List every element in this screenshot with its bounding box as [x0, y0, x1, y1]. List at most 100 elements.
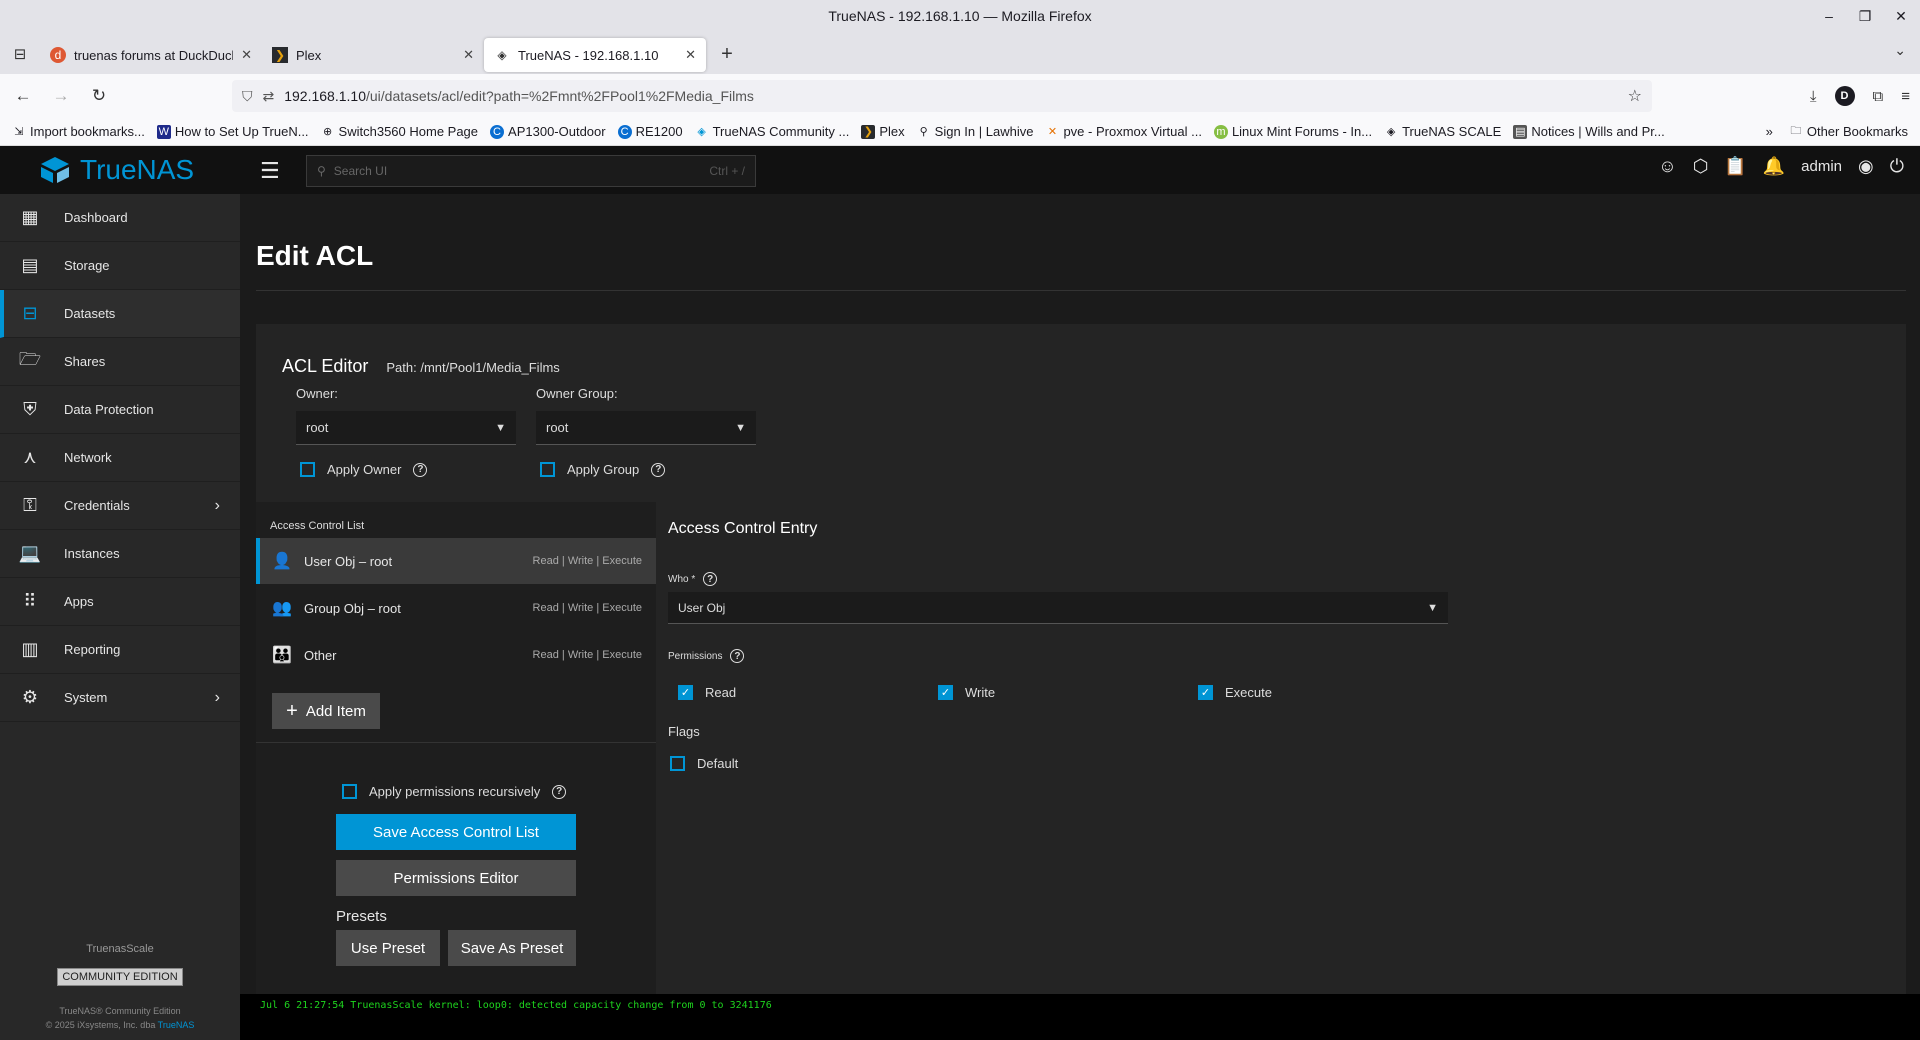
menu-icon[interactable]: ≡ [1901, 88, 1910, 105]
tab-duckduckgo[interactable]: d truenas forums at DuckDuckGo ✕ [40, 38, 262, 72]
bookmark-label: Plex [879, 124, 905, 139]
acl-item-other[interactable]: 👪 Other Read | Write | Execute [256, 632, 656, 678]
sidebar-item-storage[interactable]: ▤ Storage [0, 242, 240, 290]
notifications-icon[interactable]: 🔔 [1763, 156, 1785, 177]
help-icon[interactable]: ? [703, 572, 718, 586]
restore-icon[interactable]: ❐ [1854, 0, 1876, 32]
bookmark-proxmox[interactable]: ✕ pve - Proxmox Virtual ... [1045, 124, 1202, 139]
bookmark-import[interactable]: ⇲ Import bookmarks... [12, 124, 144, 139]
url-bar[interactable]: ⛉ ⇄ 192.168.1.10/ui/datasets/acl/edit?pa… [232, 80, 1652, 112]
page-title: Edit ACL [256, 240, 374, 271]
search-input[interactable]: ⚲ Search UI Ctrl + / [306, 155, 756, 187]
owner-group-select[interactable]: root ▼ [536, 411, 756, 445]
account-icon[interactable]: D [1834, 86, 1855, 106]
chevron-down-icon[interactable]: ⌄ [1894, 42, 1906, 59]
minimize-icon[interactable]: – [1818, 0, 1840, 32]
shares-icon: 🗁 [18, 348, 42, 369]
close-icon[interactable]: ✕ [1890, 0, 1912, 32]
tab-list-icon[interactable]: ⊟ [0, 45, 40, 63]
sidebar-item-datasets[interactable]: ⊟ Datasets [0, 290, 240, 338]
owner-select[interactable]: root ▼ [296, 411, 516, 445]
apply-recursive-checkbox[interactable]: Apply permissions recursively ? [342, 784, 567, 799]
other-bookmarks[interactable]: 🗀 Other Bookmarks [1789, 124, 1908, 139]
save-as-preset-button[interactable]: Save As Preset [448, 930, 576, 966]
checkbox[interactable] [540, 462, 555, 477]
feedback-icon[interactable]: ☺ [1658, 156, 1676, 177]
checkbox[interactable] [342, 784, 357, 799]
bookmark-plex[interactable]: ❯ Plex [861, 124, 905, 139]
add-item-button[interactable]: + Add Item [272, 693, 380, 729]
bookmark-notices[interactable]: ▤ Notices | Wills and Pr... [1513, 124, 1665, 139]
extensions-icon[interactable]: ⧉ [1873, 88, 1884, 105]
sidebar-item-data-protection[interactable]: ⛨ Data Protection [0, 386, 240, 434]
truenas-link[interactable]: TrueNAS [158, 1020, 195, 1030]
downloads-icon[interactable]: ⤓ [1810, 88, 1817, 105]
shield-icon[interactable]: ⛉ [242, 88, 253, 105]
sidebar-item-instances[interactable]: 💻 Instances [0, 530, 240, 578]
tab-plex[interactable]: ❯ Plex ✕ [262, 38, 484, 72]
sidebar-item-apps[interactable]: ⠿ Apps [0, 578, 240, 626]
acl-item-group-obj[interactable]: 👥 Group Obj – root Read | Write | Execut… [256, 585, 656, 631]
apply-owner-checkbox[interactable]: Apply Owner ? [300, 462, 428, 477]
perm-write-checkbox[interactable]: ✓ Write [938, 685, 995, 700]
perm-execute-checkbox[interactable]: ✓ Execute [1198, 685, 1272, 700]
forward-icon[interactable]: → [46, 86, 76, 106]
bookmark-re1200[interactable]: C RE1200 [617, 124, 683, 139]
sidebar-item-credentials[interactable]: ⚿ Credentials › [0, 482, 240, 530]
hamburger-menu-icon[interactable]: ☰ [260, 158, 280, 184]
help-icon[interactable]: ? [552, 784, 567, 799]
help-icon[interactable]: ? [651, 462, 666, 477]
perm-read-checkbox[interactable]: ✓ Read [678, 685, 736, 700]
bookmark-mint[interactable]: m Linux Mint Forums - In... [1213, 124, 1372, 139]
bookmark-truenas-scale[interactable]: ◈ TrueNAS SCALE [1384, 124, 1501, 139]
app-header: TrueNAS ☰ ⚲ Search UI Ctrl + / ☺ ⬡ 📋 🔔 a… [0, 146, 1920, 194]
apply-group-checkbox[interactable]: Apply Group ? [540, 462, 666, 477]
acl-item-user-obj[interactable]: 👤 User Obj – root Read | Write | Execute [256, 538, 656, 584]
checkbox[interactable] [300, 462, 315, 477]
help-icon[interactable]: ? [413, 462, 428, 477]
truenas-logo[interactable]: TrueNAS [38, 154, 194, 186]
new-tab-icon[interactable]: + [712, 43, 742, 66]
username[interactable]: admin [1801, 158, 1842, 175]
permissions-editor-button[interactable]: Permissions Editor [336, 860, 576, 896]
access-control-entry-panel: Access Control Entry Who * ? User Obj ▼ … [656, 502, 1906, 994]
site-permissions-icon[interactable]: ⇄ [263, 88, 275, 105]
tab-truenas[interactable]: ◈ TrueNAS - 192.168.1.10 ✕ [484, 38, 706, 72]
reload-icon[interactable]: ↻ [84, 86, 114, 106]
chevron-double-right-icon[interactable]: » [1766, 124, 1773, 139]
bookmark-lawhive[interactable]: ⚲ Sign In | Lawhive [917, 124, 1034, 139]
sidebar-item-network[interactable]: ⋏ Network [0, 434, 240, 482]
checkbox-checked[interactable]: ✓ [938, 685, 953, 700]
tab-close-icon[interactable]: ✕ [463, 47, 474, 63]
bookmark-howto[interactable]: W How to Set Up TrueN... [156, 124, 309, 139]
who-select[interactable]: User Obj ▼ [668, 592, 1448, 624]
sidebar-item-reporting[interactable]: ▥ Reporting [0, 626, 240, 674]
save-acl-button[interactable]: Save Access Control List [336, 814, 576, 850]
checkbox[interactable] [670, 756, 685, 771]
jobs-icon[interactable]: 📋 [1724, 156, 1746, 177]
help-icon[interactable]: ? [730, 649, 745, 663]
apps-grid-icon: ⠿ [23, 591, 37, 611]
sidebar-item-dashboard[interactable]: ▦ Dashboard [0, 194, 240, 242]
tab-close-icon[interactable]: ✕ [685, 47, 696, 63]
truecommand-icon[interactable]: ⬡ [1693, 156, 1709, 177]
bookmark-star-icon[interactable]: ☆ [1628, 86, 1642, 106]
flag-default-checkbox[interactable]: Default [670, 756, 738, 771]
c-icon: C [617, 124, 632, 139]
gear-icon: ⚙ [21, 687, 39, 707]
bookmark-switch[interactable]: ⊕ Switch3560 Home Page [321, 124, 478, 139]
dropdown-caret-icon: ▼ [735, 421, 746, 434]
bookmark-ap1300[interactable]: C AP1300-Outdoor [490, 124, 606, 139]
group-icon: 👥 [272, 600, 292, 617]
account-circle-icon[interactable]: ◉ [1858, 156, 1874, 177]
sidebar-item-system[interactable]: ⚙ System › [0, 674, 240, 722]
tab-close-icon[interactable]: ✕ [241, 47, 252, 63]
use-preset-button[interactable]: Use Preset [336, 930, 440, 966]
back-icon[interactable]: ← [8, 86, 38, 106]
checkbox-checked[interactable]: ✓ [1198, 685, 1213, 700]
bookmark-truenas-community[interactable]: ◈ TrueNAS Community ... [695, 124, 849, 139]
perm-write-label: Write [965, 685, 996, 700]
checkbox-checked[interactable]: ✓ [678, 685, 693, 700]
power-icon[interactable]: ⏻ [1890, 156, 1904, 177]
sidebar-item-shares[interactable]: 🗁 Shares [0, 338, 240, 386]
